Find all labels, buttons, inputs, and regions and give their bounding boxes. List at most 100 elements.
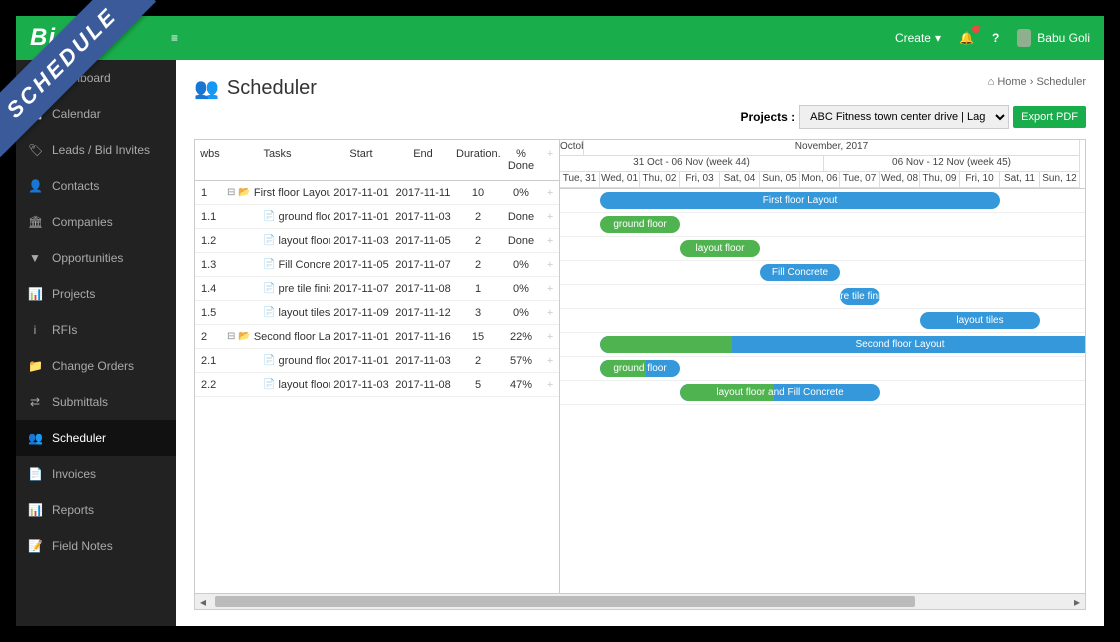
cell-task[interactable]: 📄layout floor ar (225, 373, 330, 397)
cell-task[interactable]: ⊟📂Second floor Lay (225, 325, 330, 349)
sidebar-item-label: Field Notes (52, 539, 113, 553)
cell-task[interactable]: 📄layout floor (225, 229, 330, 253)
col-done[interactable]: % Done (502, 140, 540, 181)
add-task-icon[interactable]: + (547, 211, 553, 223)
sidebar-item-reports[interactable]: 📊Reports (16, 492, 176, 528)
add-task-icon[interactable]: + (547, 187, 553, 199)
horizontal-scrollbar[interactable]: ◂ ▸ (195, 593, 1085, 609)
col-wbs[interactable]: wbs (195, 140, 225, 181)
sidebar-item-label: Calendar (52, 107, 101, 121)
timeline[interactable]: October, 20November, 201731 Oct - 06 Nov… (560, 140, 1085, 593)
cell-task[interactable]: 📄ground floor (225, 349, 330, 373)
gantt-bar[interactable]: ground floor (600, 216, 680, 233)
add-task-icon[interactable]: + (547, 259, 553, 271)
user-menu[interactable]: Babu Goli (1017, 29, 1090, 47)
sidebar-item-label: Change Orders (52, 359, 134, 373)
cell-task[interactable]: 📄layout tiles (225, 301, 330, 325)
sidebar-item-scheduler[interactable]: 👥 Scheduler (16, 420, 176, 456)
task-name: layout floor (278, 235, 330, 247)
day-cell: Sat, 04 (720, 172, 760, 188)
sidebar-item-projects[interactable]: 📊Projects (16, 276, 176, 312)
gantt-bar[interactable]: ground floor (600, 360, 680, 377)
cell-wbs: 1.4 (195, 277, 225, 301)
sidebar-icon: 🏷 (28, 143, 42, 157)
folder-icon: 📂 (238, 331, 250, 342)
cell-task[interactable]: 📄Fill Concrete (225, 253, 330, 277)
cell-task[interactable]: 📄ground floor (225, 205, 330, 229)
gantt-bar[interactable]: First floor Layout (600, 192, 1000, 209)
task-row[interactable]: 1.1📄ground floor2017-11-012017-11-032Don… (195, 205, 560, 229)
sidebar-item-invoices[interactable]: 📄Invoices (16, 456, 176, 492)
file-icon: 📄 (263, 211, 275, 222)
cell-duration: 1 (454, 277, 502, 301)
sidebar-item-leads-bid-invites[interactable]: 🏷Leads / Bid Invites (16, 132, 176, 168)
collapse-icon[interactable]: ⊟ (227, 187, 235, 198)
gantt-bar[interactable]: layout floor and Fill Concrete (680, 384, 880, 401)
gantt-bar[interactable]: layout floor (680, 240, 760, 257)
add-task-icon[interactable]: + (547, 307, 553, 319)
scroll-right-icon[interactable]: ▸ (1069, 595, 1085, 609)
sidebar-item-label: Submittals (52, 395, 108, 409)
add-task-icon[interactable]: + (547, 283, 553, 295)
collapse-icon[interactable]: ⊟ (227, 331, 235, 342)
cell-done: 47% (502, 373, 540, 397)
notification-badge (972, 25, 980, 33)
file-icon: 📄 (263, 379, 275, 390)
day-cell: Tue, 07 (840, 172, 880, 188)
sidebar-item-rfis[interactable]: iRFIs (16, 312, 176, 348)
col-start[interactable]: Start (330, 140, 392, 181)
notifications-icon[interactable]: 🔔 (959, 31, 974, 45)
cell-end: 2017-11-08 (392, 373, 454, 397)
sidebar-item-submittals[interactable]: ⇄Submittals (16, 384, 176, 420)
file-icon: 📄 (263, 259, 275, 270)
task-row[interactable]: 1.4📄pre tile finish2017-11-072017-11-081… (195, 277, 560, 301)
export-pdf-button[interactable]: Export PDF (1013, 106, 1086, 128)
add-task-icon[interactable]: + (547, 235, 553, 247)
task-row[interactable]: 2⊟📂Second floor Lay2017-11-012017-11-161… (195, 325, 560, 349)
task-row[interactable]: 1.5📄layout tiles2017-11-092017-11-1230%+ (195, 301, 560, 325)
sidebar-item-label: Reports (52, 503, 94, 517)
cell-duration: 3 (454, 301, 502, 325)
task-row[interactable]: 1⊟📂First floor Layout2017-11-012017-11-1… (195, 181, 560, 205)
scroll-thumb[interactable] (215, 596, 915, 607)
sidebar-item-change-orders[interactable]: 📁Change Orders (16, 348, 176, 384)
sidebar-item-field-notes[interactable]: 📝Field Notes (16, 528, 176, 564)
menu-toggle-icon[interactable]: ≡ (171, 31, 178, 45)
scroll-left-icon[interactable]: ◂ (195, 595, 211, 609)
add-task-icon[interactable]: + (547, 331, 553, 343)
home-icon[interactable]: ⌂ (988, 76, 995, 88)
col-end[interactable]: End (392, 140, 454, 181)
help-icon[interactable]: ? (992, 31, 999, 45)
col-duration[interactable]: Duration. (454, 140, 502, 181)
task-row[interactable]: 2.1📄ground floor2017-11-012017-11-03257%… (195, 349, 560, 373)
add-task-icon[interactable]: + (547, 379, 553, 391)
col-tasks[interactable]: Tasks (225, 140, 330, 181)
add-task-icon[interactable]: + (547, 355, 553, 367)
sidebar-icon: 👥 (28, 431, 42, 445)
sidebar-item-opportunities[interactable]: ▼Opportunities (16, 240, 176, 276)
gantt-bar[interactable]: layout tiles (920, 312, 1040, 329)
create-button[interactable]: Create ▾ (895, 31, 941, 45)
page-title: 👥 Scheduler (194, 76, 317, 101)
task-row[interactable]: 1.2📄layout floor2017-11-032017-11-052Don… (195, 229, 560, 253)
cell-task[interactable]: 📄pre tile finish (225, 277, 330, 301)
sidebar-item-label: Contacts (52, 179, 99, 193)
sidebar-item-companies[interactable]: 🏛Companies (16, 204, 176, 240)
timeline-row: ground floor (560, 213, 1085, 237)
project-select[interactable]: ABC Fitness town center drive | Laguna N… (799, 105, 1009, 129)
day-cell: Sat, 11 (1000, 172, 1040, 188)
sidebar-item-label: Scheduler (52, 431, 106, 445)
sidebar-item-contacts[interactable]: 👤Contacts (16, 168, 176, 204)
task-row[interactable]: 1.3📄Fill Concrete2017-11-052017-11-0720%… (195, 253, 560, 277)
task-row[interactable]: 2.2📄layout floor ar2017-11-032017-11-085… (195, 373, 560, 397)
cell-task[interactable]: ⊟📂First floor Layout (225, 181, 330, 205)
sidebar-icon: 📄 (28, 467, 42, 481)
gantt-bar[interactable]: Fill Concrete (760, 264, 840, 281)
add-column-icon[interactable]: + (547, 148, 553, 160)
gantt-bar[interactable]: pre tile finis (840, 288, 880, 305)
task-grid: wbs Tasks Start End Duration. % Done + 1… (195, 140, 560, 593)
sidebar-icon: 🏛 (28, 215, 42, 229)
gantt-bar[interactable]: Second floor Layout (600, 336, 1085, 353)
breadcrumb: ⌂ Home › Scheduler (988, 76, 1086, 88)
day-cell: Tue, 31 (560, 172, 600, 188)
